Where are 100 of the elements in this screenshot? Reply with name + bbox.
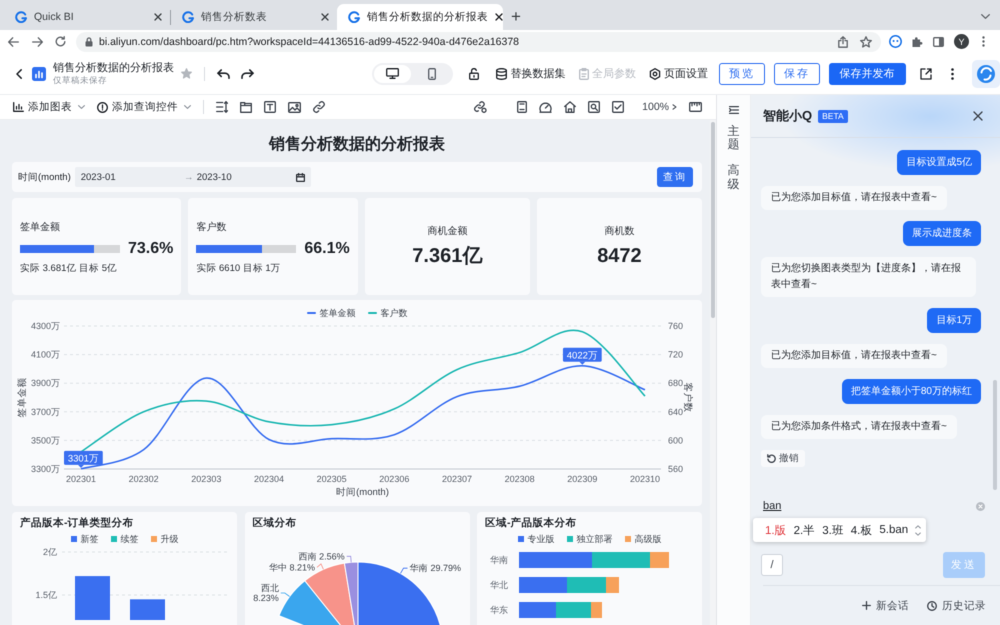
app-favicon-icon [348, 11, 360, 23]
close-icon[interactable] [495, 13, 503, 21]
more-icon[interactable] [951, 68, 954, 80]
database-icon [496, 68, 508, 80]
browser-tab[interactable]: Quick BI [4, 4, 170, 30]
axis-tick-label: 640 [668, 406, 684, 417]
checklist-icon[interactable] [612, 101, 624, 113]
chevron-down-icon[interactable] [981, 14, 990, 19]
assistant-message: 已为您切换图表类型为【进度条】，请在报表中查看~ [761, 257, 976, 297]
image-search-icon[interactable] [588, 101, 600, 113]
undo-icon[interactable] [216, 68, 230, 78]
kpi-detail: 实际 3.681亿 目标 5亿 [20, 262, 118, 276]
lock-icon [85, 36, 93, 46]
kpi-value: 8472 [597, 244, 642, 268]
axis-tick-label: 202309 [567, 474, 598, 484]
side-tab[interactable]: 高级 [728, 164, 740, 191]
legend-label: 签单金额 [320, 306, 356, 320]
undo-button[interactable]: 撤销 [761, 450, 805, 467]
axis-tick-label: 202303 [191, 474, 222, 484]
text-icon[interactable] [264, 101, 276, 113]
close-icon[interactable] [321, 13, 329, 21]
ime-candidate[interactable]: 3.班 [822, 522, 844, 538]
new-chat-button[interactable]: 新会话 [862, 598, 909, 612]
rows-icon[interactable] [216, 101, 228, 113]
face-icon[interactable] [889, 35, 902, 48]
beta-badge: BETA [818, 110, 848, 122]
back-arrow-icon[interactable] [8, 36, 19, 46]
category-label: 西南 [298, 551, 316, 562]
caret-icon [78, 105, 85, 109]
assistant-logo-icon[interactable] [972, 60, 1000, 88]
category-label: 华东 [490, 605, 508, 615]
new-tab-button[interactable]: + [511, 7, 521, 27]
ime-candidate[interactable]: 4.板 [850, 522, 872, 538]
image-icon[interactable] [288, 102, 301, 112]
assistant-title: 智能小Q [763, 107, 812, 125]
app-favicon-icon [182, 11, 194, 23]
link-icon[interactable] [313, 101, 325, 113]
document-icon[interactable] [517, 101, 528, 113]
folder-icon[interactable] [240, 102, 252, 112]
gauge-icon[interactable] [539, 101, 552, 113]
chevron-left-icon[interactable] [16, 68, 22, 78]
more-icon[interactable] [982, 36, 985, 47]
user-message: 目标设置成5亿 [897, 150, 981, 175]
date-range-field[interactable]: 2023-01 → 2023-10 [74, 167, 311, 187]
axis-tick-label: 202302 [128, 474, 159, 484]
redo-icon[interactable] [240, 68, 254, 78]
assistant-message: 已为您添加目标值，请在报表中查看~ [761, 344, 947, 368]
share-icon[interactable] [838, 36, 848, 48]
chevron-up-down-icon[interactable] [915, 524, 922, 536]
unlock-icon[interactable] [468, 68, 479, 80]
star-icon[interactable] [181, 68, 192, 79]
indent-icon[interactable] [728, 106, 738, 114]
address-bar[interactable]: bi.aliyun.com/dashboard/pc.htm?workspaceId=44136516-ad99-4522-940a-d476e2a16378 [76, 32, 881, 52]
home-icon[interactable] [564, 101, 576, 113]
caret-icon [672, 104, 677, 110]
report-title: 销售分析数据的分析报表 [52, 61, 175, 75]
axis-tick-label: 202305 [316, 474, 347, 484]
close-icon[interactable] [154, 13, 162, 21]
chart-menu[interactable]: 添加图表 [13, 100, 85, 114]
desktop-view-button[interactable] [374, 64, 412, 82]
assistant-message: 已为您添加条件格式，请在报表中查看~ [761, 415, 957, 439]
axis-tick-label: 202301 [66, 474, 96, 484]
side-tab[interactable]: 主题 [728, 125, 740, 152]
external-link-icon[interactable] [920, 68, 932, 80]
star-icon[interactable] [860, 36, 872, 48]
history-button[interactable]: 历史记录 [927, 598, 986, 612]
action-button[interactable]: 预览 [718, 62, 765, 84]
scrollbar-thumb[interactable] [993, 380, 997, 490]
leader-line [280, 592, 290, 597]
query-button[interactable]: 查询 [657, 167, 693, 187]
reload-icon[interactable] [55, 36, 66, 47]
dataset-button[interactable]: 替换数据集 [496, 66, 566, 81]
browser-tab[interactable]: 销售分析数表 [171, 4, 337, 30]
axis-title: 签单金额 [17, 378, 28, 418]
axis-tick-label: 3300万 [30, 464, 60, 474]
user-message: 展示成进度条 [903, 221, 981, 246]
query-menu[interactable]: 添加查询控件 [97, 100, 191, 114]
publish-button[interactable]: 保存并发布 [828, 62, 906, 84]
link-circle-icon[interactable] [474, 101, 488, 113]
command-button[interactable]: / [761, 554, 783, 576]
forward-arrow-icon[interactable] [32, 36, 43, 46]
settings-button[interactable]: 页面设置 [649, 66, 708, 81]
ruler-icon[interactable] [689, 102, 702, 112]
side-panel-icon[interactable] [933, 36, 944, 46]
action-button[interactable]: 保存 [774, 62, 820, 84]
save-status: 仅草稿未保存 [52, 75, 108, 86]
zoom-select[interactable]: 100% [642, 101, 677, 113]
close-icon[interactable] [973, 111, 983, 121]
axis-tick-label: 3500万 [30, 435, 60, 446]
kpi-title: 客户数 [196, 221, 228, 235]
plus-icon [862, 601, 871, 610]
browser-tab[interactable]: 销售分析数据的分析报表 [337, 4, 503, 30]
ime-candidate[interactable]: 2.半 [794, 522, 816, 538]
ime-candidate[interactable]: 5.ban [879, 524, 908, 536]
mobile-icon [428, 68, 436, 80]
message-input[interactable]: ban [751, 496, 1000, 516]
puzzle-icon[interactable] [912, 36, 923, 47]
undo-icon [767, 454, 776, 463]
ime-candidate[interactable]: 1.版 [765, 522, 787, 538]
profile-button[interactable]: Y [954, 34, 969, 49]
